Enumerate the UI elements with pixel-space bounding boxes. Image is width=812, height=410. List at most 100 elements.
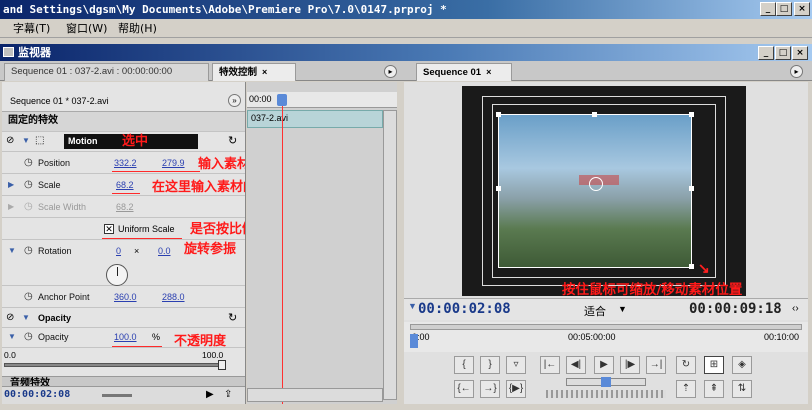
anchor-x-value[interactable]: 360.0: [114, 286, 137, 308]
resize-handle[interactable]: [689, 186, 694, 191]
zoom-bar[interactable]: [410, 324, 802, 330]
resize-handle[interactable]: [689, 112, 694, 117]
twirl-down-icon[interactable]: ▼: [22, 308, 30, 328]
resize-handle[interactable]: [496, 112, 501, 117]
video-preview[interactable]: ↘: [462, 86, 746, 296]
opacity-group-label: Opacity: [38, 313, 72, 323]
resize-handle[interactable]: [689, 264, 694, 269]
shuttle-slider[interactable]: [566, 377, 646, 387]
anchor-crosshair-icon[interactable]: [589, 177, 603, 191]
close-icon[interactable]: ×: [486, 64, 491, 80]
tab-effect-controls[interactable]: 特效控制 ×: [212, 63, 296, 81]
jog-wheel[interactable]: [546, 390, 666, 398]
play-in-to-out-button[interactable]: {▶}: [506, 380, 526, 398]
effect-controls-panel: Sequence 01 * 037-2.avi » 固定的特效 ⊘ ▼ ⬚ Mo…: [2, 82, 246, 404]
frame-forward-button[interactable]: |▶: [620, 356, 640, 374]
loop-button[interactable]: ↻: [676, 356, 696, 374]
marker-button[interactable]: ▿: [506, 356, 526, 374]
zoom-slider-icon[interactable]: [102, 394, 132, 397]
annotation-position: 输入素材位置: [198, 157, 245, 172]
close-button[interactable]: ×: [794, 2, 810, 16]
scale-width-row: ▶ ◷ Scale Width 68.2: [2, 196, 245, 218]
fx-toggle-icon[interactable]: ⊘: [6, 308, 14, 328]
expand-icon[interactable]: ‹›: [792, 303, 799, 314]
program-ruler[interactable]: 0:00 00:05:00:00 00:10:00: [404, 322, 808, 352]
close-icon[interactable]: ×: [262, 64, 267, 80]
twirl-down-icon[interactable]: ▼: [408, 301, 417, 311]
step-forward-button[interactable]: →|: [646, 356, 666, 374]
timeline-ruler[interactable]: 00:00: [247, 92, 397, 108]
twirl-right-icon[interactable]: ▶: [8, 174, 14, 196]
export-icon[interactable]: ⇪: [224, 389, 232, 400]
horizontal-scrollbar[interactable]: [247, 388, 383, 402]
stopwatch-icon[interactable]: ◷: [24, 240, 33, 262]
fx-toggle-icon[interactable]: ⊘: [6, 132, 14, 150]
panel-close-button[interactable]: ×: [792, 46, 808, 60]
rotation-degrees-value[interactable]: 0.0: [158, 240, 171, 262]
menu-window[interactable]: 窗口(W): [66, 21, 107, 36]
twirl-down-icon[interactable]: ▼: [8, 328, 16, 346]
program-panel-menu-icon[interactable]: ▸: [790, 65, 803, 78]
clip-bar[interactable]: 037-2.avi: [247, 110, 383, 128]
reset-icon[interactable]: ↻: [228, 132, 237, 150]
annotation-underline: [102, 238, 182, 239]
panel-menu-icon[interactable]: ▸: [384, 65, 397, 78]
uniform-scale-checkbox[interactable]: ✕: [104, 224, 114, 234]
set-in-button[interactable]: {: [454, 356, 474, 374]
frame-back-button[interactable]: ◀|: [566, 356, 586, 374]
program-playhead-icon[interactable]: [410, 334, 418, 348]
annotation-drag: 按住鼠标可缩放/移动素材位置: [562, 282, 743, 298]
play-button[interactable]: ▶: [594, 356, 614, 374]
current-timecode[interactable]: 00:00:02:08: [418, 301, 511, 317]
rotation-dial-needle: [117, 267, 118, 276]
resize-handle[interactable]: [592, 112, 597, 117]
step-back-button[interactable]: |←: [540, 356, 560, 374]
safe-margins-button[interactable]: ⊞: [704, 356, 724, 374]
rotation-dial[interactable]: [106, 264, 128, 286]
vertical-scrollbar[interactable]: [383, 110, 397, 400]
stopwatch-icon[interactable]: ◷: [24, 328, 33, 346]
go-to-in-button[interactable]: {←: [454, 380, 474, 398]
stopwatch-icon[interactable]: ◷: [24, 174, 33, 196]
go-to-out-button[interactable]: →}: [480, 380, 500, 398]
output-button[interactable]: ◈: [732, 356, 752, 374]
set-out-button[interactable]: }: [480, 356, 500, 374]
slider-max-label: 100.0: [202, 350, 224, 360]
maximize-button[interactable]: □: [776, 2, 792, 16]
tab-source[interactable]: Sequence 01 : 037-2.avi : 00:00:00:00: [4, 63, 209, 81]
stopwatch-icon[interactable]: ◷: [24, 152, 33, 174]
panel-minimize-button[interactable]: _: [758, 46, 774, 60]
opacity-group-row[interactable]: ⊘ ▼ Opacity ↻: [2, 308, 245, 328]
chevron-down-icon[interactable]: ▼: [618, 304, 627, 314]
show-timeline-icon[interactable]: »: [228, 94, 241, 107]
monitor-panel-title: 监视器: [18, 46, 51, 59]
reset-icon[interactable]: ↻: [228, 308, 237, 328]
rotation-turns-value[interactable]: 0: [116, 240, 121, 262]
fit-dropdown[interactable]: 适合: [584, 303, 606, 319]
effect-timeline: 00:00 037-2.avi: [247, 82, 397, 404]
menu-help[interactable]: 帮助(H): [118, 21, 157, 36]
footer-timecode[interactable]: 00:00:02:08: [4, 389, 70, 400]
lift-button[interactable]: ⇡: [676, 380, 696, 398]
panel-maximize-button[interactable]: □: [775, 46, 791, 60]
resize-handle[interactable]: [496, 186, 501, 191]
minimize-button[interactable]: _: [760, 2, 776, 16]
opacity-slider-track[interactable]: [4, 363, 226, 367]
play-audio-icon[interactable]: ▶: [206, 389, 214, 400]
transform-icon: ⬚: [35, 135, 45, 146]
playhead-handle[interactable]: [277, 94, 287, 106]
tab-program[interactable]: Sequence 01 ×: [416, 63, 512, 81]
twirl-down-icon[interactable]: ▼: [8, 240, 16, 262]
opacity-value[interactable]: 100.0: [114, 328, 137, 346]
twirl-down-icon[interactable]: ▼: [22, 132, 30, 150]
video-frame-image[interactable]: [498, 114, 692, 268]
window-title: and Settings\dgsm\My Documents\Adobe\Pre…: [3, 3, 447, 16]
menu-title[interactable]: 字幕(T): [13, 21, 50, 36]
anchor-y-value[interactable]: 288.0: [162, 286, 185, 308]
shuttle-slider-thumb[interactable]: [601, 377, 611, 387]
trim-button[interactable]: ⇅: [732, 380, 752, 398]
opacity-slider-thumb[interactable]: [218, 360, 226, 370]
stopwatch-icon[interactable]: ◷: [24, 286, 33, 308]
extract-button[interactable]: ⇞: [704, 380, 724, 398]
rotation-label: Rotation: [38, 246, 72, 256]
